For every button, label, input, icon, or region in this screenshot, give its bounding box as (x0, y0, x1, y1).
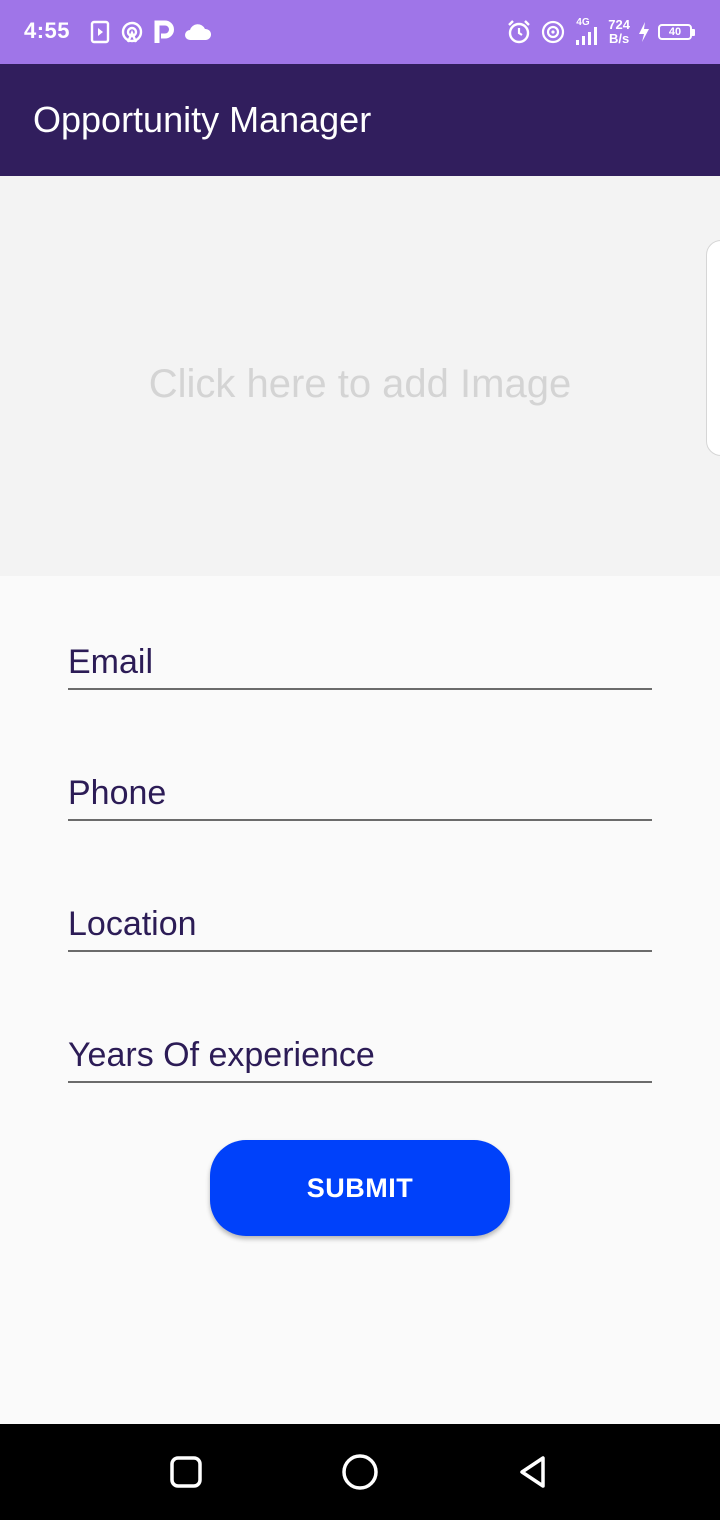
app-bar: Opportunity Manager (0, 64, 720, 176)
battery-icon: 40 (658, 22, 698, 42)
cloud-icon (184, 22, 212, 42)
battery-level: 40 (658, 24, 692, 40)
home-button[interactable] (336, 1448, 384, 1496)
status-system-icons: 4G 724 B/s 40 (506, 14, 698, 50)
hotspot-icon (120, 20, 144, 44)
cellular-signal-icon: 4G (574, 17, 600, 47)
status-time: 4:55 (24, 18, 71, 43)
status-bar: 4:55 4G 724 B/s 40 (0, 0, 720, 64)
status-notification-icons (90, 18, 212, 46)
network-speed-value: 724 (608, 17, 630, 32)
add-image-area[interactable]: Click here to add Image (0, 176, 720, 576)
location-field (68, 900, 652, 952)
charging-bolt-icon (638, 21, 650, 43)
edge-panel-handle[interactable] (706, 240, 720, 456)
battery-cap (692, 28, 695, 36)
triangle-back-icon (520, 1456, 545, 1488)
app-title: Opportunity Manager (33, 99, 372, 140)
years-of-experience-input[interactable] (68, 1031, 652, 1079)
screen-record-icon (90, 20, 110, 44)
parking-app-icon (154, 20, 174, 44)
alarm-icon (506, 19, 532, 45)
network-speed-unit: B/s (609, 31, 630, 46)
years-of-experience-field (68, 1031, 652, 1083)
square-recents-icon (170, 1456, 202, 1488)
phone-field (68, 769, 652, 821)
recents-button[interactable] (162, 1448, 210, 1496)
back-button[interactable] (510, 1448, 558, 1496)
submit-button[interactable]: SUBMIT (210, 1140, 510, 1236)
hotspot-icon (540, 19, 566, 45)
add-image-label: Click here to add Image (148, 362, 572, 406)
email-field (68, 638, 652, 690)
phone-input[interactable] (68, 769, 652, 817)
system-navigation-bar (0, 1424, 720, 1520)
network-speed: 724 B/s (608, 18, 630, 46)
email-input[interactable] (68, 638, 652, 686)
location-input[interactable] (68, 900, 652, 948)
circle-home-icon (342, 1454, 378, 1490)
